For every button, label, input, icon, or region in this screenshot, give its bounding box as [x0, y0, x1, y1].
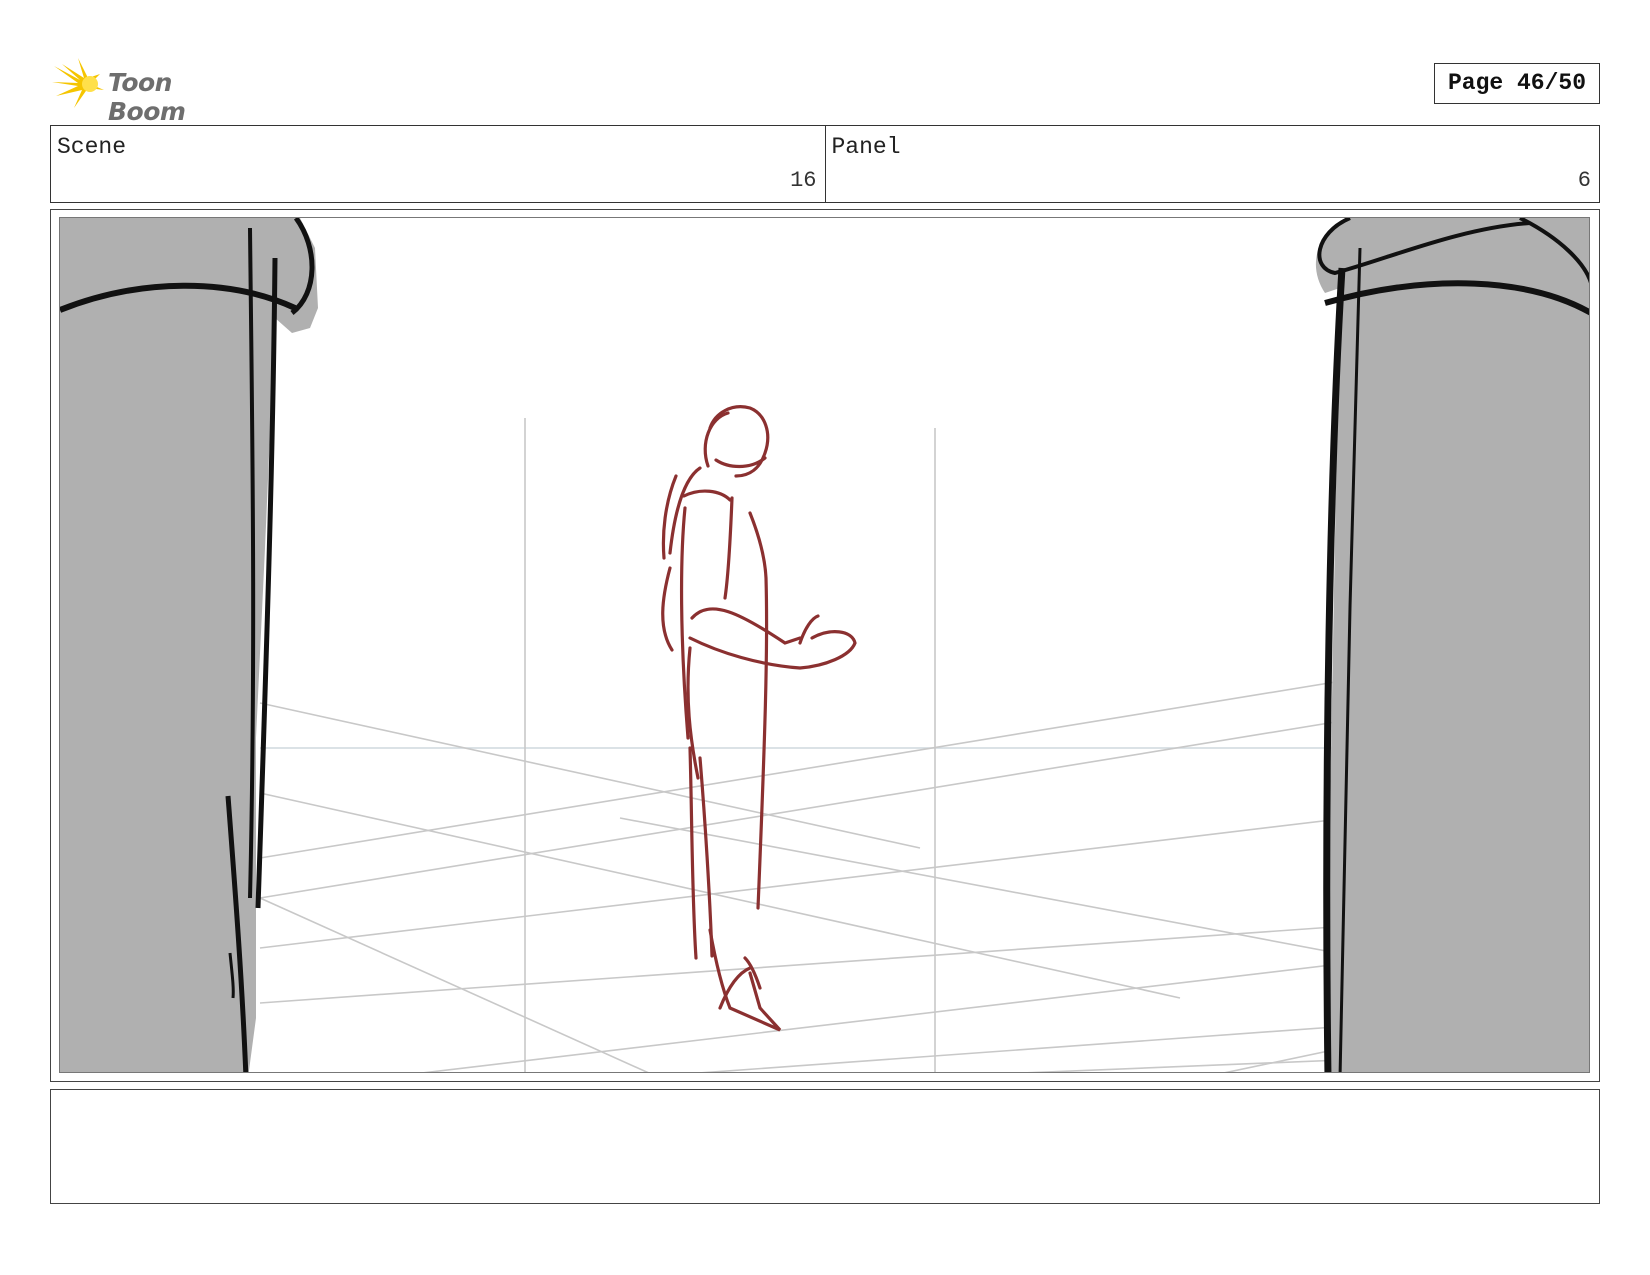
scene-panel-header: Scene 16 Panel 6: [50, 125, 1600, 203]
right-pillar: [1316, 218, 1589, 1072]
scene-cell: Scene 16: [51, 126, 825, 202]
character-figure: [661, 405, 857, 1032]
page-indicator: Page 46/50: [1434, 63, 1600, 104]
sketch-artwork: [60, 218, 1589, 1072]
storyboard-frame: [50, 209, 1600, 1082]
panel-notes: [50, 1089, 1600, 1204]
toon-boom-logo: Toon Boom: [52, 56, 252, 126]
left-pillar: [60, 218, 318, 1072]
panel-cell: Panel 6: [824, 126, 1600, 202]
panel-number: 6: [1577, 168, 1591, 193]
brand-name: Toon Boom: [108, 68, 186, 126]
scene-number: 16: [790, 168, 817, 193]
storyboard-drawing: [59, 217, 1590, 1073]
floor-grid: [259, 418, 1391, 1072]
scene-label: Scene: [57, 134, 127, 160]
starburst-icon: [52, 58, 104, 108]
panel-label: Panel: [831, 134, 901, 160]
